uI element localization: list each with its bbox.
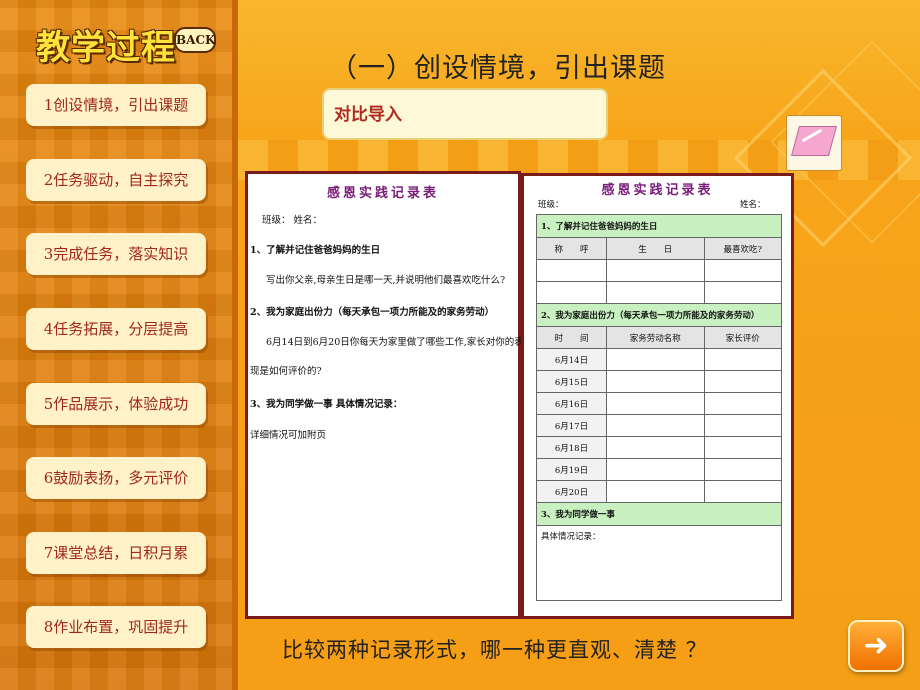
table-cell [703,414,783,437]
table-header: 生 日 [605,237,705,260]
nav-item-4[interactable]: 4任务拓展，分层提高 [26,308,206,350]
table-cell [703,281,783,304]
comparison-question: 比较两种记录形式，哪一种更直观、清楚 ？ [282,638,708,662]
table-cell [703,348,783,371]
nav-item-6[interactable]: 6鼓励表扬，多元评价 [26,457,206,499]
table-cell [536,281,607,304]
record-form-text: 感恩实践记录表 班级： 姓名： 1、了解并记住爸爸妈妈的生日 写出你父亲,母亲生… [245,171,524,619]
table-header: 家长评价 [703,326,783,349]
back-button[interactable]: BACK [174,27,216,53]
table-row: 6月14日 [536,348,783,371]
table-cell [536,259,607,282]
doc1-line: 班级： 姓名： [262,215,323,226]
table-cell [703,436,783,459]
date-cell: 6月17日 [536,414,607,437]
nav-item-3[interactable]: 3完成任务，落实知识 [26,233,206,275]
page-heading: （一）创设情境，引出课题 [330,53,666,84]
table-cell [703,370,783,393]
record-form-table: 感恩实践记录表 班级： 姓名： 1、了解并记住爸爸妈妈的生日 称 呼 生 日 最… [521,173,794,619]
table-cell [605,436,705,459]
table-cell [605,370,705,393]
table-row: 具体情况记录： [536,525,782,601]
table-cell [703,392,783,415]
note-icon[interactable] [786,115,842,171]
doc1-line: 写出你父亲,母亲生日是哪一天,并说明他们最喜欢吃什么? [266,275,506,286]
next-button[interactable]: ➜ [848,620,904,672]
doc1-title: 感恩实践记录表 [326,186,439,201]
table-cell [605,281,705,304]
table-cell [605,414,705,437]
table-row: 6月16日 [536,392,783,415]
nav-item-8[interactable]: 8作业布置，巩固提升 [26,606,206,648]
table-row: 称 呼 生 日 最喜欢吃? [536,237,783,260]
date-cell: 6月18日 [536,436,607,459]
table-cell [605,348,705,371]
table-row: 2、我为家庭出份力（每天承包一项力所能及的家务劳动） [536,303,782,327]
table-row [536,281,783,304]
doc1-line: 6月14日到6月20日你每天为家里做了哪些工作,家长对你的表 [266,337,524,348]
table-section-2: 2、我为家庭出份力（每天承包一项力所能及的家务劳动） [536,303,782,327]
table-row: 1、了解并记住爸爸妈妈的生日 [536,214,782,238]
table-cell [703,259,783,282]
date-cell: 6月15日 [536,370,607,393]
doc2-name-label: 姓名： [740,200,766,210]
table-section-1: 1、了解并记住爸爸妈妈的生日 [536,214,782,238]
table-row: 6月15日 [536,370,783,393]
subheading-label: 对比导入 [334,105,402,125]
table-row [536,259,783,282]
table-cell [605,458,705,481]
table-header: 家务劳动名称 [605,326,705,349]
doc1-line: 3、我为同学做一事 具体情况记录： [250,399,403,410]
doc1-line: 2、我为家庭出份力（每天承包一项力所能及的家务劳动） [250,307,495,318]
table-section-3: 3、我为同学做一事 [536,502,782,526]
table-detail-cell: 具体情况记录： [536,525,782,601]
arrow-right-icon: ➜ [863,628,889,663]
table-row: 6月18日 [536,436,783,459]
table-row: 6月19日 [536,458,783,481]
date-cell: 6月19日 [536,458,607,481]
table-cell [703,480,783,503]
doc2-class-label: 班级： [538,200,564,210]
date-cell: 6月20日 [536,480,607,503]
nav-item-1[interactable]: 1创设情境，引出课题 [26,84,206,126]
table-cell [703,458,783,481]
doc2-title: 感恩实践记录表 [601,183,714,198]
nav-item-7[interactable]: 7课堂总结，日积月累 [26,532,206,574]
table-cell [605,392,705,415]
table-header: 称 呼 [536,237,607,260]
doc1-line: 详细情况可加附页 [250,430,327,441]
table-cell [605,259,705,282]
table-cell [605,480,705,503]
date-cell: 6月14日 [536,348,607,371]
nav-item-2[interactable]: 2任务驱动，自主探究 [26,159,206,201]
table-row: 时 间 家务劳动名称 家长评价 [536,326,783,349]
note-icon-body [790,126,838,156]
table-row: 3、我为同学做一事 [536,502,782,526]
doc1-line: 现是如何评价的? [250,366,322,377]
record-table: 1、了解并记住爸爸妈妈的生日 称 呼 生 日 最喜欢吃? 2、我为家庭出份力（每… [536,214,783,601]
date-cell: 6月16日 [536,392,607,415]
table-row: 6月17日 [536,414,783,437]
doc1-line: 1、了解并记住爸爸妈妈的生日 [250,245,381,256]
table-header: 时 间 [536,326,607,349]
nav-item-5[interactable]: 5作品展示，体验成功 [26,383,206,425]
sidebar-title: 教学过程 [36,28,176,68]
table-row: 6月20日 [536,480,783,503]
table-header: 最喜欢吃? [703,237,783,260]
